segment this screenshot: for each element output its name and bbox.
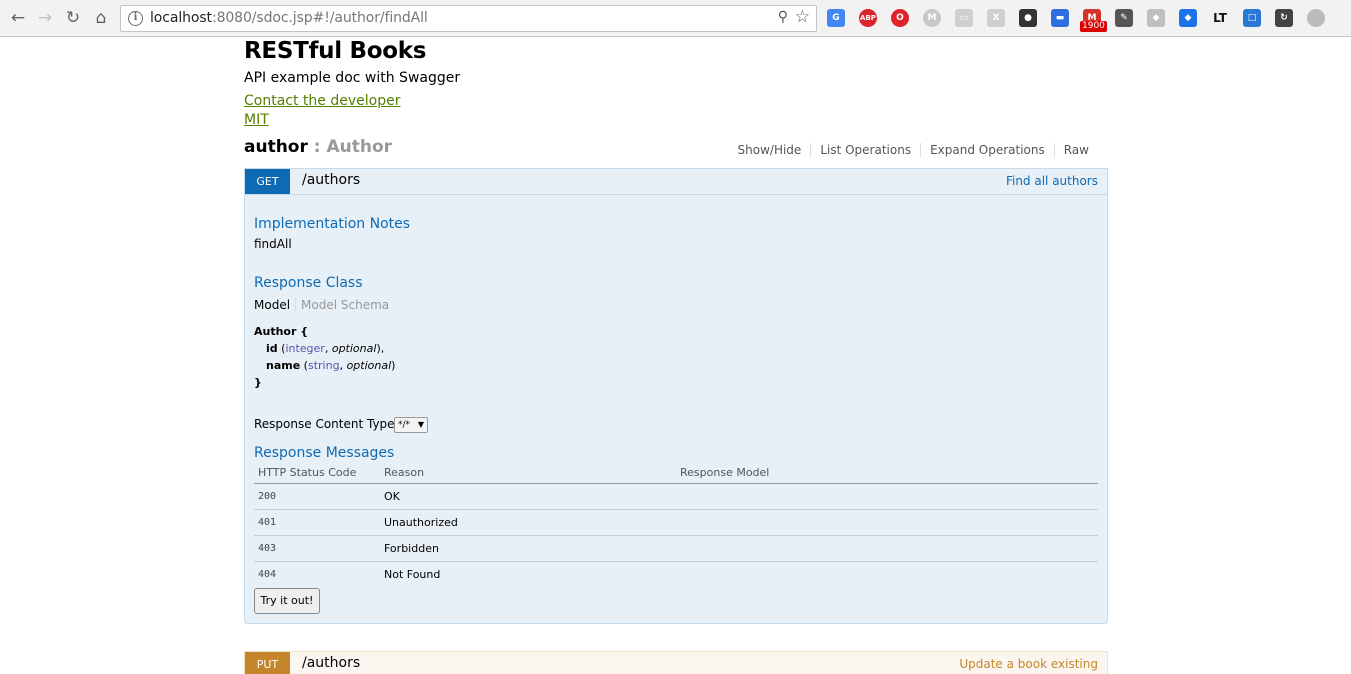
x-icon[interactable]: X <box>987 9 1005 27</box>
model-cell <box>676 509 1098 536</box>
reason-cell: Forbidden <box>380 535 676 562</box>
get-path[interactable]: /authors <box>302 172 360 188</box>
response-messages-table: HTTP Status Code Reason Response Model 2… <box>254 466 1098 587</box>
resource-actions: Show/Hide List Operations Expand Operati… <box>729 143 1098 157</box>
home-icon[interactable]: ⌂ <box>90 7 112 29</box>
license-link[interactable]: MIT <box>244 112 269 128</box>
lt-icon[interactable]: LT <box>1211 9 1229 27</box>
resource-name[interactable]: author : Author <box>244 137 392 157</box>
model-close-brace: } <box>254 376 262 389</box>
put-summary[interactable]: Update a book existing <box>959 657 1098 671</box>
m-icon[interactable]: M <box>923 9 941 27</box>
table-row: 403 Forbidden <box>254 535 1098 562</box>
table-header-row: HTTP Status Code Reason Response Model <box>254 466 1098 484</box>
put-authors-operation: PUT /authors Update a book existing <box>244 651 1108 674</box>
put-path[interactable]: /authors <box>302 655 360 671</box>
try-it-out-button[interactable]: Try it out! <box>254 588 320 614</box>
model-signature: Author { id (integer, optional), name (s… <box>254 323 395 391</box>
get-authors-operation: GET /authors Find all authors Implementa… <box>244 168 1108 624</box>
info-icon[interactable]: i <box>128 11 143 26</box>
table-row: 401 Unauthorized <box>254 509 1098 536</box>
get-verb-badge[interactable]: GET <box>245 169 290 194</box>
tag-icon[interactable]: ✎ <box>1115 9 1133 27</box>
put-verb-badge[interactable]: PUT <box>245 652 290 674</box>
model-cell <box>676 561 1098 587</box>
response-content-type-select[interactable]: */* ▼ <box>394 417 428 433</box>
reason-cell: Unauthorized <box>380 509 676 536</box>
model-name: Author { <box>254 325 309 338</box>
resource-heading: author : Author Show/Hide List Operation… <box>244 137 1108 161</box>
table-row: 200 OK <box>254 483 1098 510</box>
opera-icon[interactable]: O <box>891 9 909 27</box>
url-text[interactable]: localhost:8080/sdoc.jsp#!/author/findAll <box>150 10 428 26</box>
model-field-name: name (string, optional) <box>266 359 396 372</box>
tab-model-schema[interactable]: Model Schema <box>296 298 389 312</box>
calendar-icon[interactable]: ▬ <box>1051 9 1069 27</box>
implementation-notes-text: findAll <box>254 237 292 251</box>
get-operation-heading[interactable]: GET /authors Find all authors <box>245 169 1107 195</box>
column-header: Reason <box>380 466 676 484</box>
bookmark-star-icon[interactable]: ☆ <box>795 7 810 27</box>
expand-operations-link[interactable]: Expand Operations <box>920 143 1054 157</box>
model-tabs: Model Model Schema <box>254 298 389 312</box>
tab-model[interactable]: Model <box>254 298 297 312</box>
page-title: RESTful Books <box>244 38 427 64</box>
column-header: HTTP Status Code <box>254 466 380 484</box>
back-icon[interactable]: ← <box>7 7 29 29</box>
profile-icon[interactable] <box>1307 9 1325 27</box>
get-summary[interactable]: Find all authors <box>1006 174 1098 188</box>
key-icon[interactable]: ⚲ <box>778 9 788 25</box>
page-description: API example doc with Swagger <box>244 70 461 86</box>
raw-link[interactable]: Raw <box>1053 143 1098 157</box>
model-cell <box>676 535 1098 562</box>
response-content-type-label: Response Content Type <box>254 417 395 431</box>
reason-cell: OK <box>380 483 676 510</box>
status-code-cell: 404 <box>258 568 277 580</box>
table-row: 404 Not Found <box>254 561 1098 587</box>
adblock-icon[interactable]: ABP <box>859 9 877 27</box>
browser-toolbar: ← → ↻ ⌂ i localhost:8080/sdoc.jsp#!/auth… <box>0 0 1351 37</box>
model-cell <box>676 483 1098 510</box>
gmail-badge: 1900 <box>1080 21 1107 32</box>
put-operation-heading[interactable]: PUT /authors Update a book existing <box>245 652 1107 674</box>
response-class-title: Response Class <box>254 275 363 291</box>
reload-icon[interactable]: ↻ <box>62 7 84 29</box>
model-field-id: id (integer, optional), <box>266 342 385 355</box>
sync-icon[interactable]: ↻ <box>1275 9 1293 27</box>
status-code-cell: 401 <box>254 509 380 536</box>
save-icon[interactable]: ▭ <box>955 9 973 27</box>
column-header: Response Model <box>676 466 1098 484</box>
forward-icon[interactable]: → <box>34 7 56 29</box>
dropbox-icon[interactable]: ◆ <box>1147 9 1165 27</box>
show-hide-link[interactable]: Show/Hide <box>729 143 811 157</box>
status-code-cell: 403 <box>254 535 380 562</box>
contact-developer-link[interactable]: Contact the developer <box>244 93 400 109</box>
reason-cell: Not Found <box>384 567 441 581</box>
location-icon[interactable]: ● <box>1019 9 1037 27</box>
diamond-icon[interactable]: ◆ <box>1179 9 1197 27</box>
status-code-cell: 200 <box>254 483 380 510</box>
implementation-notes-title: Implementation Notes <box>254 216 411 232</box>
screen-icon[interactable]: □ <box>1243 9 1261 27</box>
caret-down-icon: ▼ <box>417 420 424 429</box>
list-operations-link[interactable]: List Operations <box>810 143 920 157</box>
response-messages-title: Response Messages <box>254 445 395 461</box>
address-bar[interactable]: i localhost:8080/sdoc.jsp#!/author/findA… <box>120 5 817 32</box>
translate-icon[interactable]: G <box>827 9 845 27</box>
